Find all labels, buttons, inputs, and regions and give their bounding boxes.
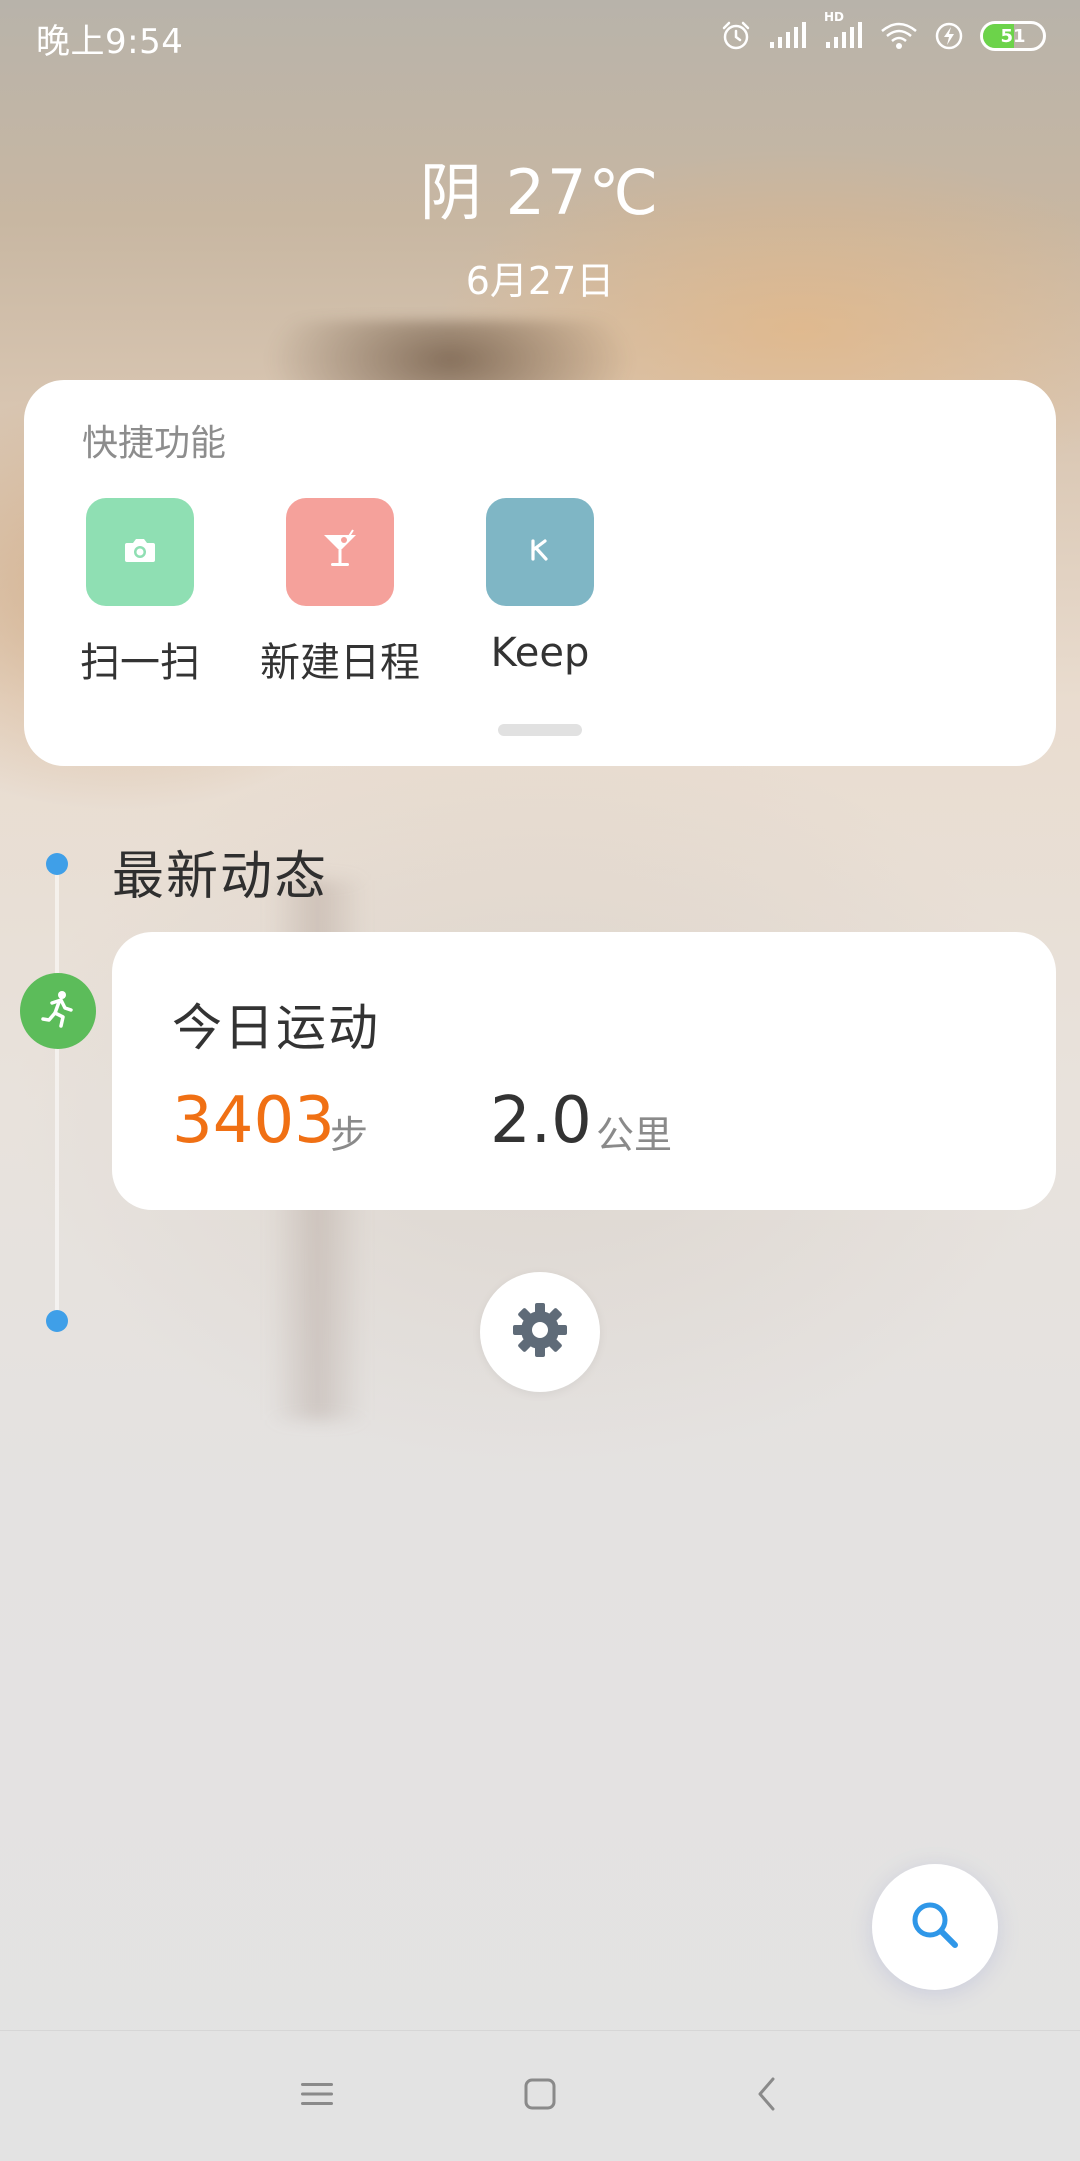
weather-condition-temp: 阴 27℃ bbox=[419, 156, 661, 229]
today-sport-card[interactable]: 今日运动 3403 步 2.0 公里 bbox=[112, 932, 1056, 1210]
quick-item-label: 新建日程 bbox=[260, 640, 420, 686]
card-drag-handle[interactable] bbox=[498, 724, 582, 736]
navigation-bar bbox=[0, 2030, 1080, 2161]
keep-logo-icon bbox=[524, 534, 556, 570]
battery-percent: 51 bbox=[1000, 25, 1026, 47]
timeline-dot bbox=[46, 1310, 68, 1332]
settings-button[interactable] bbox=[480, 1272, 600, 1392]
weather-widget[interactable]: 阴 27℃ 6月27日 bbox=[0, 142, 1080, 305]
signal-icon bbox=[768, 22, 808, 50]
timeline-line bbox=[55, 864, 59, 1322]
gear-icon bbox=[510, 1300, 570, 1364]
back-button[interactable] bbox=[732, 2061, 802, 2131]
home-button[interactable] bbox=[505, 2061, 575, 2131]
status-icons: HD 51 bbox=[720, 10, 1046, 56]
running-icon bbox=[38, 989, 78, 1033]
quick-item-label: Keep bbox=[490, 630, 590, 676]
quick-item-label: 扫一扫 bbox=[80, 640, 200, 686]
quick-item-new-schedule[interactable]: 新建日程 bbox=[240, 498, 440, 688]
wifi-icon bbox=[880, 21, 918, 51]
status-bar: 晚上9:54 HD 51 bbox=[0, 0, 1080, 70]
search-icon bbox=[907, 1897, 963, 1957]
keep-tile[interactable] bbox=[486, 498, 594, 606]
sport-card-title: 今日运动 bbox=[172, 999, 380, 1057]
quick-item-scan[interactable]: 扫一扫 bbox=[40, 498, 240, 688]
camera-icon bbox=[123, 536, 157, 568]
charging-icon bbox=[934, 21, 964, 51]
new-schedule-tile[interactable] bbox=[286, 498, 394, 606]
latest-updates-title: 最新动态 bbox=[112, 847, 329, 907]
timeline-dot bbox=[46, 853, 68, 875]
weather-date: 6月27日 bbox=[465, 259, 615, 303]
back-icon bbox=[755, 2076, 779, 2116]
running-badge bbox=[20, 973, 96, 1049]
scan-tile[interactable] bbox=[86, 498, 194, 606]
menu-icon bbox=[299, 2079, 335, 2113]
steps-value: 3403 bbox=[172, 1084, 335, 1158]
recent-apps-button[interactable] bbox=[282, 2061, 352, 2131]
signal-hd-icon: HD bbox=[824, 10, 864, 50]
distance-value: 2.0 bbox=[490, 1084, 592, 1158]
distance-unit: 公里 bbox=[596, 1113, 673, 1157]
quick-functions-title: 快捷功能 bbox=[82, 423, 227, 464]
search-button[interactable] bbox=[872, 1864, 998, 1990]
status-time: 晚上9:54 bbox=[36, 22, 184, 62]
quick-functions-card: 快捷功能 扫一扫 新建日程 Keep bbox=[24, 380, 1056, 766]
quick-item-keep[interactable]: Keep bbox=[440, 498, 640, 676]
steps-unit: 步 bbox=[330, 1113, 369, 1157]
alarm-icon bbox=[720, 20, 752, 52]
battery-icon: 51 bbox=[980, 21, 1046, 51]
network-badge: HD bbox=[824, 10, 845, 24]
cocktail-icon bbox=[320, 529, 360, 575]
home-icon bbox=[523, 2077, 557, 2115]
